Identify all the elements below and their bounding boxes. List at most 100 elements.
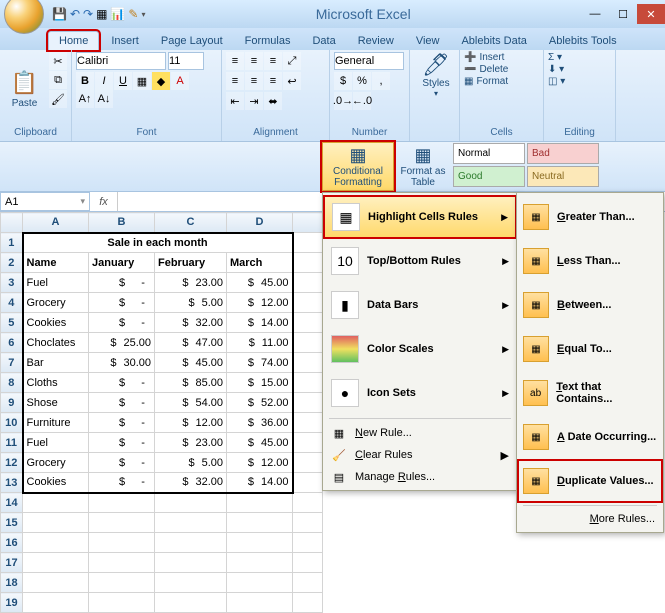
data-cell[interactable] [293,553,323,573]
align-bottom-button[interactable]: ≡ [264,52,282,70]
data-cell[interactable]: $ 45.00 [227,433,293,453]
undo-icon[interactable]: ↶ [70,7,80,21]
menu-highlight-cells-rules[interactable]: ▦ Highlight Cells Rules ▶ [323,195,517,239]
font-name-input[interactable] [76,52,166,70]
data-cell[interactable] [293,493,323,513]
data-cell[interactable] [89,513,155,533]
copy-icon[interactable]: ⧉ [49,71,67,89]
data-cell[interactable]: $ - [89,473,155,493]
conditional-formatting-button[interactable]: ▦ Conditional Formatting [322,142,394,191]
qat-icon[interactable]: ▦ [96,7,107,21]
row-header[interactable]: 9 [1,393,23,413]
data-cell[interactable] [227,593,293,613]
fill-button[interactable]: ⬇ ▾ [548,64,611,75]
tab-data[interactable]: Data [302,32,345,50]
data-cell[interactable]: Name [23,253,89,273]
data-cell[interactable]: Grocery [23,453,89,473]
data-cell[interactable] [293,573,323,593]
data-cell[interactable] [227,513,293,533]
row-header[interactable]: 13 [1,473,23,493]
data-cell[interactable]: $ 45.00 [227,273,293,293]
wrap-text-button[interactable]: ↩ [283,72,301,90]
data-cell[interactable]: January [89,253,155,273]
col-header[interactable]: D [227,213,293,233]
data-cell[interactable]: $ 14.00 [227,473,293,493]
menu-greater-than[interactable]: ▦Greater Than... [517,195,663,239]
data-cell[interactable]: $ 23.00 [155,273,227,293]
align-center-button[interactable]: ≡ [245,72,263,90]
data-cell[interactable]: $ 23.00 [155,433,227,453]
row-header[interactable]: 17 [1,553,23,573]
data-cell[interactable]: $ 30.00 [89,353,155,373]
menu-clear-rules[interactable]: 🧹Clear Rules▶ [323,444,517,466]
data-cell[interactable]: Sale in each month [23,233,293,253]
row-header[interactable]: 14 [1,493,23,513]
clear-button[interactable]: ◫ ▾ [548,76,611,87]
menu-equal-to[interactable]: ▦Equal To... [517,327,663,371]
row-header[interactable]: 8 [1,373,23,393]
data-cell[interactable] [23,533,89,553]
orientation-button[interactable]: ⤢ [283,52,301,70]
row-header[interactable]: 11 [1,433,23,453]
menu-color-scales[interactable]: Color Scales▶ [323,327,517,371]
data-cell[interactable]: $ - [89,453,155,473]
increase-indent-button[interactable]: ⇥ [245,92,263,110]
decrease-font-button[interactable]: A↓ [95,90,113,108]
underline-button[interactable]: U [114,72,132,90]
tab-home[interactable]: Home [48,31,99,50]
data-cell[interactable]: $ 25.00 [89,333,155,353]
tab-formulas[interactable]: Formulas [235,32,301,50]
row-header[interactable]: 5 [1,313,23,333]
cell-style-good[interactable]: Good [453,166,525,187]
row-header[interactable]: 19 [1,593,23,613]
currency-button[interactable]: $ [334,72,352,90]
data-cell[interactable] [155,493,227,513]
data-cell[interactable] [293,533,323,553]
data-cell[interactable]: Cookies [23,313,89,333]
data-cell[interactable]: Cookies [23,473,89,493]
data-cell[interactable]: Fuel [23,433,89,453]
data-cell[interactable] [227,533,293,553]
data-cell[interactable] [89,593,155,613]
data-cell[interactable]: $ 85.00 [155,373,227,393]
data-cell[interactable] [155,573,227,593]
data-cell[interactable]: Furniture [23,413,89,433]
data-cell[interactable] [23,593,89,613]
align-right-button[interactable]: ≡ [264,72,282,90]
data-cell[interactable]: February [155,253,227,273]
qat-icon[interactable]: ✎ [128,7,138,21]
comma-button[interactable]: , [372,72,390,90]
data-cell[interactable] [227,553,293,573]
data-cell[interactable]: $ 15.00 [227,373,293,393]
tab-view[interactable]: View [406,32,450,50]
tab-insert[interactable]: Insert [101,32,149,50]
col-header[interactable]: B [89,213,155,233]
data-cell[interactable]: $ 12.00 [155,413,227,433]
data-cell[interactable]: $ 36.00 [227,413,293,433]
menu-more-rules[interactable]: More Rules... [517,508,663,530]
format-as-table-button[interactable]: ▦ Format as Table [394,142,452,191]
data-cell[interactable]: $ - [89,433,155,453]
data-cell[interactable]: $ 14.00 [227,313,293,333]
border-button[interactable]: ▦ [133,72,151,90]
styles-button[interactable]: 🖊 Styles ▾ [414,52,458,98]
format-cells-button[interactable]: ▦Format [464,76,539,87]
cell-style-normal[interactable]: Normal [453,143,525,164]
data-cell[interactable]: Fuel [23,273,89,293]
data-cell[interactable] [227,573,293,593]
menu-duplicate-values[interactable]: ▦Duplicate Values... [517,459,663,503]
menu-date-occurring[interactable]: ▦A Date Occurring... [517,415,663,459]
data-cell[interactable] [155,553,227,573]
data-cell[interactable] [155,513,227,533]
row-header[interactable]: 2 [1,253,23,273]
data-cell[interactable] [227,493,293,513]
data-cell[interactable]: Choclates [23,333,89,353]
data-cell[interactable] [155,533,227,553]
col-header[interactable]: A [23,213,89,233]
align-top-button[interactable]: ≡ [226,52,244,70]
data-cell[interactable]: $ - [89,373,155,393]
data-cell[interactable] [89,533,155,553]
bold-button[interactable]: B [76,72,94,90]
decrease-indent-button[interactable]: ⇤ [226,92,244,110]
row-header[interactable]: 6 [1,333,23,353]
